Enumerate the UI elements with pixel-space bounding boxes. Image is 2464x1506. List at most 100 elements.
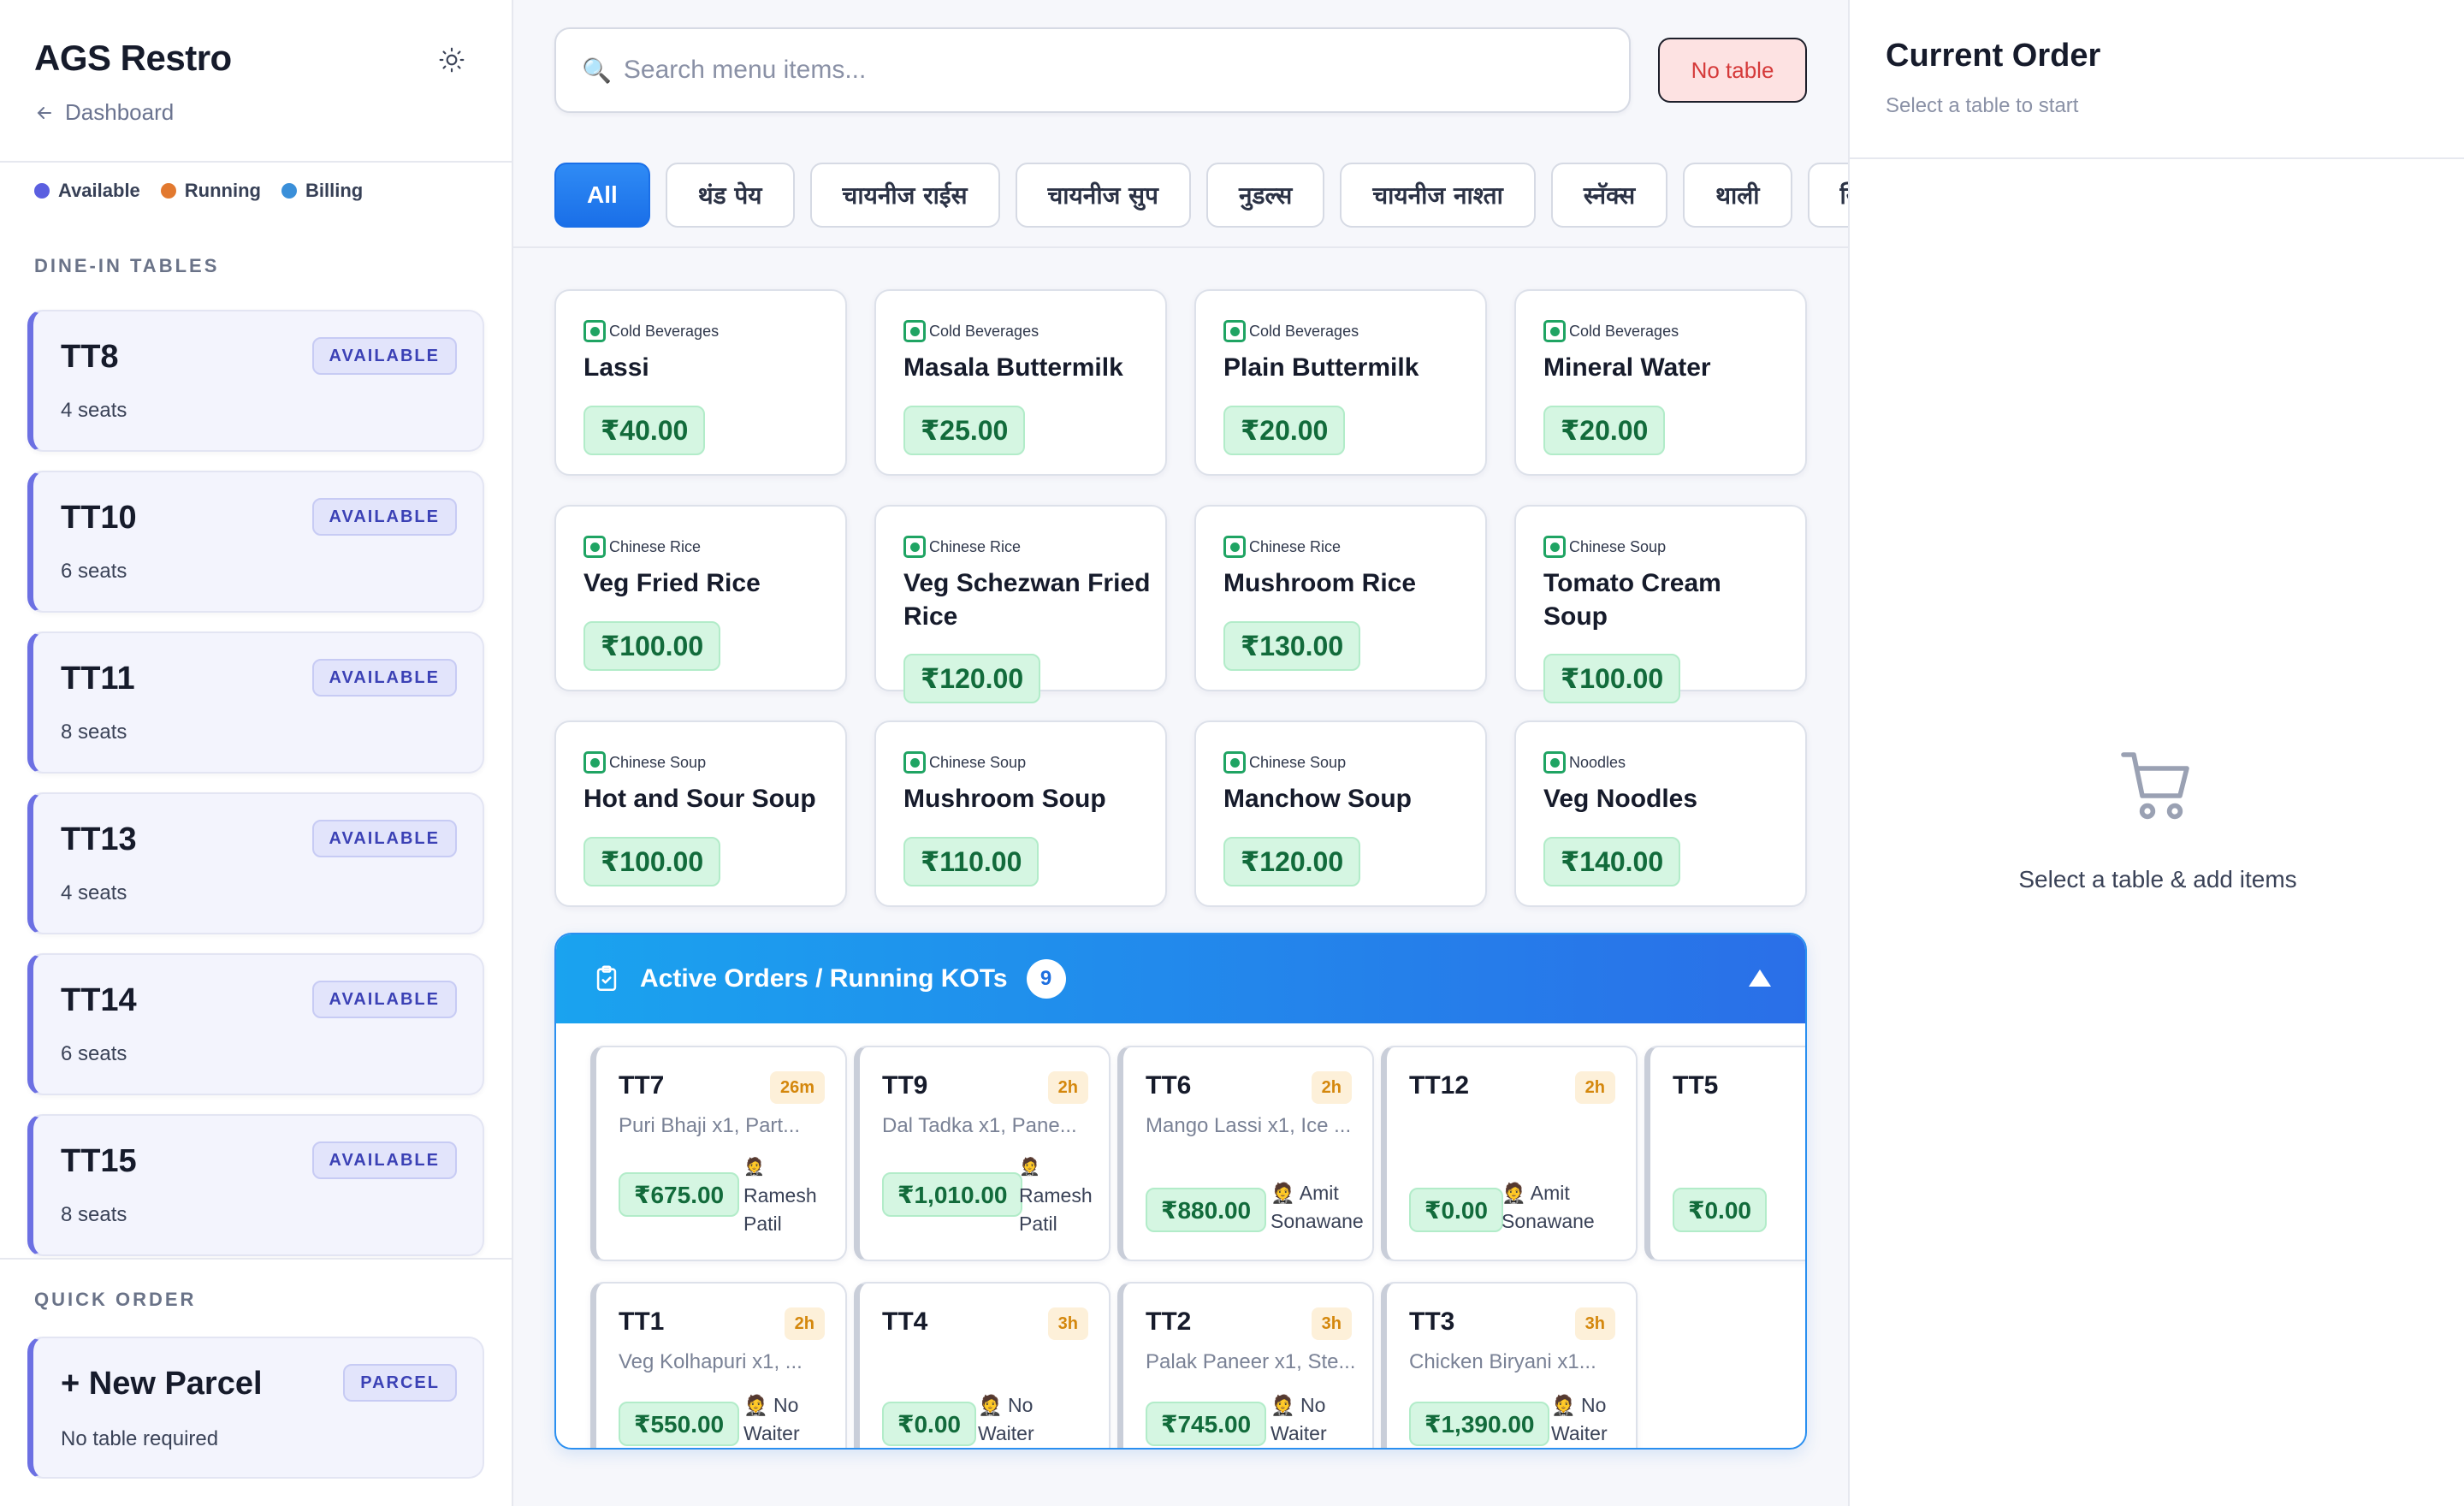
order-card-tt9[interactable]: TT9 2h Dal Tadka x1, Pane... ₹1,010.00 🤵… bbox=[854, 1046, 1111, 1261]
item-name: Veg Schezwan Fried Rice bbox=[903, 569, 1151, 631]
category-tab[interactable]: चायनीज नाश्ता bbox=[1340, 163, 1536, 228]
category-tab[interactable]: चायनीज राईस bbox=[809, 163, 1000, 228]
item-category: Chinese Soup bbox=[1543, 536, 1666, 558]
item-category-label: Chinese Rice bbox=[929, 537, 1022, 555]
order-time-badge: 3h bbox=[1574, 1307, 1615, 1340]
item-category-label: Cold Beverages bbox=[1569, 322, 1679, 340]
item-category-label: Chinese Soup bbox=[1249, 753, 1347, 771]
menu-item-card[interactable]: Chinese Soup Hot and Sour Soup ₹100.00 bbox=[554, 720, 847, 907]
menu-item-card[interactable]: Cold Beverages Masala Buttermilk ₹25.00 bbox=[874, 289, 1167, 476]
order-card-tt2[interactable]: TT2 3h Palak Paneer x1, Ste... ₹745.00 🤵… bbox=[1117, 1282, 1374, 1448]
item-category-label: Chinese Rice bbox=[1249, 537, 1342, 555]
order-time-badge: 2h bbox=[1047, 1071, 1088, 1104]
status-badge: AVAILABLE bbox=[311, 1141, 457, 1179]
table-seats: 8 seats bbox=[61, 720, 127, 744]
waiter-icon: 🤵 bbox=[743, 1158, 765, 1177]
item-price: ₹20.00 bbox=[1543, 406, 1666, 455]
legend-running: Running bbox=[160, 180, 261, 202]
order-time-badge: 3h bbox=[1311, 1307, 1352, 1340]
menu-item-card[interactable]: Noodles Veg Noodles ₹140.00 bbox=[1514, 720, 1807, 907]
veg-icon bbox=[1543, 320, 1566, 342]
menu-item-card[interactable]: Chinese Soup Mushroom Soup ₹110.00 bbox=[874, 720, 1167, 907]
menu-item-card[interactable]: Cold Beverages Mineral Water ₹20.00 bbox=[1514, 289, 1807, 476]
top-bar: 🔍 No table bbox=[513, 0, 1848, 137]
new-parcel-label: + New Parcel bbox=[61, 1366, 263, 1402]
table-name: TT15 bbox=[61, 1143, 137, 1179]
new-parcel-card[interactable]: + New Parcel PARCEL No table required bbox=[27, 1337, 484, 1479]
table-seats: 4 seats bbox=[61, 399, 127, 422]
menu-item-card[interactable]: Cold Beverages Plain Buttermilk ₹20.00 bbox=[1194, 289, 1487, 476]
back-to-dashboard-link[interactable]: Dashboard bbox=[34, 99, 174, 126]
divider bbox=[513, 246, 1848, 248]
table-card-tt15[interactable]: TT15 AVAILABLE 8 seats bbox=[27, 1114, 484, 1256]
table-card-tt10[interactable]: TT10 AVAILABLE 6 seats bbox=[27, 471, 484, 613]
sidebar: AGS Restro Dashboard Available Running B… bbox=[0, 0, 513, 1506]
order-table: TT4 bbox=[882, 1307, 928, 1336]
item-category-label: Cold Beverages bbox=[609, 322, 720, 340]
table-card-tt11[interactable]: TT11 AVAILABLE 8 seats bbox=[27, 631, 484, 774]
menu-item-card[interactable]: Cold Beverages Lassi ₹40.00 bbox=[554, 289, 847, 476]
order-card-tt12[interactable]: TT12 2h ₹0.00 🤵 Amit Sonawane bbox=[1381, 1046, 1638, 1261]
order-table: TT1 bbox=[619, 1307, 665, 1336]
category-tab-all[interactable]: All bbox=[554, 163, 650, 228]
search-icon: 🔍 bbox=[582, 56, 612, 84]
table-seats: 4 seats bbox=[61, 881, 127, 904]
order-waiter: 🤵 No Waiter bbox=[743, 1391, 820, 1448]
order-card-tt1[interactable]: TT1 2h Veg Kolhapuri x1, ... ₹550.00 🤵 N… bbox=[590, 1282, 847, 1448]
item-category-label: Cold Beverages bbox=[1249, 322, 1359, 340]
table-card-tt13[interactable]: TT13 AVAILABLE 4 seats bbox=[27, 792, 484, 934]
table-name: TT8 bbox=[61, 339, 119, 375]
order-total: ₹550.00 bbox=[619, 1402, 740, 1446]
veg-icon bbox=[903, 536, 926, 558]
search-input[interactable] bbox=[623, 56, 1608, 85]
available-dot-icon bbox=[34, 183, 50, 199]
category-tab[interactable]: थाली bbox=[1683, 163, 1792, 228]
search-box[interactable]: 🔍 bbox=[554, 27, 1631, 113]
menu-item-card[interactable]: Chinese Soup Tomato Cream Soup ₹100.00 bbox=[1514, 505, 1807, 703]
theme-toggle-button[interactable] bbox=[433, 41, 471, 79]
active-orders-count: 9 bbox=[1026, 959, 1066, 999]
order-card-tt3[interactable]: TT3 3h Chicken Biryani x1... ₹1,390.00 🤵… bbox=[1381, 1282, 1638, 1448]
veg-icon bbox=[1543, 536, 1566, 558]
menu-item-card[interactable]: Chinese Soup Manchow Soup ₹120.00 bbox=[1194, 720, 1487, 907]
order-time-badge: 3h bbox=[1047, 1307, 1088, 1340]
order-items: Chicken Biryani x1... bbox=[1409, 1350, 1596, 1373]
quick-order-heading: QUICK ORDER bbox=[34, 1289, 197, 1310]
status-badge: AVAILABLE bbox=[311, 820, 457, 857]
veg-icon bbox=[1543, 751, 1566, 774]
category-tab[interactable]: नुडल्स bbox=[1205, 163, 1325, 228]
item-name: Mushroom Soup bbox=[903, 785, 1106, 813]
order-items: Palak Paneer x1, Ste... bbox=[1146, 1350, 1356, 1373]
table-name: TT14 bbox=[61, 982, 137, 1018]
billing-dot-icon bbox=[281, 183, 297, 199]
veg-icon bbox=[903, 320, 926, 342]
table-card-tt8[interactable]: TT8 AVAILABLE 4 seats bbox=[27, 310, 484, 452]
order-table: TT3 bbox=[1409, 1307, 1455, 1336]
empty-cart-text: Select a table & add items bbox=[2018, 866, 2297, 892]
dine-in-tables-heading: DINE-IN TABLES bbox=[34, 255, 220, 276]
order-card-tt4[interactable]: TT4 3h ₹0.00 🤵 No Waiter bbox=[854, 1282, 1111, 1448]
order-card-tt5[interactable]: TT5 ₹0.00 bbox=[1644, 1046, 1805, 1261]
active-orders-header[interactable]: Active Orders / Running KOTs 9 bbox=[556, 934, 1805, 1023]
category-tab[interactable]: चायनीज सुप bbox=[1015, 163, 1191, 228]
table-card-tt14[interactable]: TT14 AVAILABLE 6 seats bbox=[27, 953, 484, 1095]
collapse-button[interactable] bbox=[1747, 965, 1773, 991]
menu-item-card[interactable]: Chinese Rice Veg Fried Rice ₹100.00 bbox=[554, 505, 847, 691]
table-name: TT11 bbox=[61, 661, 135, 697]
order-card-tt7[interactable]: TT7 26m Puri Bhaji x1, Part... ₹675.00 🤵… bbox=[590, 1046, 847, 1261]
table-name: TT13 bbox=[61, 821, 137, 857]
item-price: ₹25.00 bbox=[903, 406, 1026, 455]
order-waiter: 🤵 No Waiter bbox=[1270, 1391, 1348, 1448]
no-table-button[interactable]: No table bbox=[1658, 38, 1807, 103]
order-items: Puri Bhaji x1, Part... bbox=[619, 1114, 801, 1137]
category-tab[interactable]: स्विट bbox=[1807, 163, 1848, 228]
menu-item-card[interactable]: Chinese Rice Veg Schezwan Fried Rice ₹12… bbox=[874, 505, 1167, 703]
category-tab[interactable]: स्नॅक्स bbox=[1550, 163, 1668, 228]
menu-item-card[interactable]: Chinese Rice Mushroom Rice ₹130.00 bbox=[1194, 505, 1487, 691]
cart-icon bbox=[2121, 752, 2189, 820]
table-seats: 6 seats bbox=[61, 560, 127, 583]
sun-icon bbox=[439, 47, 465, 73]
order-waiter: 🤵 Amit Sonawane bbox=[1270, 1179, 1373, 1236]
order-card-tt6[interactable]: TT6 2h Mango Lassi x1, Ice ... ₹880.00 🤵… bbox=[1117, 1046, 1374, 1261]
category-tab[interactable]: थंड पेय bbox=[665, 163, 795, 228]
